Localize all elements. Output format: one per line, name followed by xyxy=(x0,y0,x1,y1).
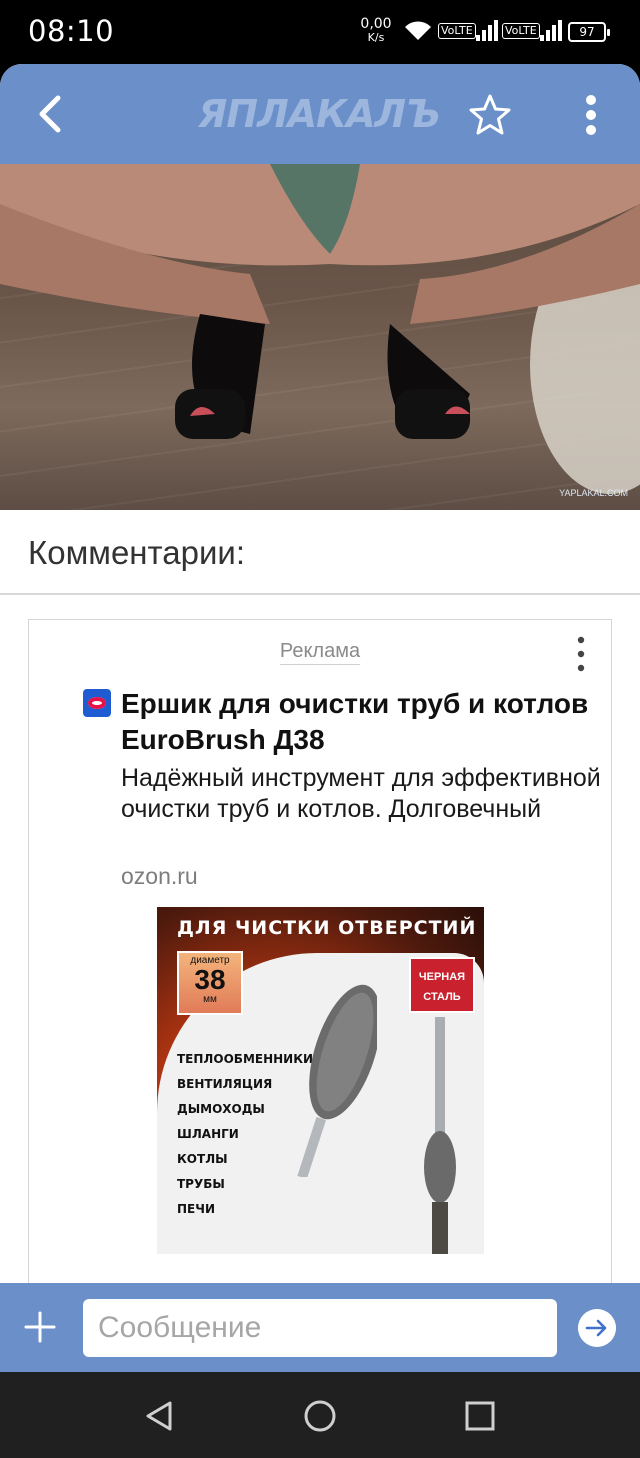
ad-image[interactable]: ДЛЯ ЧИСТКИ ОТВЕРСТИЙ диаметр 38 мм ЧЕРНА… xyxy=(157,907,484,1254)
volte-badge: VoLTE xyxy=(438,23,476,39)
ad-label-text: Реклама xyxy=(279,640,361,665)
brush-image-2 xyxy=(424,1017,456,1254)
site-logo[interactable]: ЯПЛАКАЛЪ xyxy=(198,92,441,136)
ad-image-headline: ДЛЯ ЧИСТКИ ОТВЕРСТИЙ xyxy=(177,917,477,939)
ad-title[interactable]: Ершик для очистки труб и котлов EuroBrus… xyxy=(121,686,591,758)
photo-watermark: YAPLAKAL.COM xyxy=(559,488,628,498)
status-time: 08:10 xyxy=(28,14,115,48)
wifi-icon xyxy=(405,21,431,40)
battery-icon: 97 xyxy=(568,22,610,42)
signal-icon-2 xyxy=(540,20,562,41)
diameter-unit: мм xyxy=(203,994,217,1005)
plus-icon[interactable] xyxy=(22,1309,58,1345)
circle-home-icon[interactable] xyxy=(302,1398,338,1434)
ad-description: Надёжный инструмент для эффективной очис… xyxy=(121,764,601,823)
diameter-value: 38 xyxy=(194,964,226,995)
more-vertical-icon[interactable] xyxy=(576,92,606,138)
steel-line-2: СТАЛЬ xyxy=(423,991,461,1003)
ad-label: Реклама xyxy=(29,640,611,665)
steel-badge: ЧЕРНАЯ СТАЛЬ xyxy=(409,957,475,1013)
system-nav-bar xyxy=(0,1372,640,1458)
message-input[interactable] xyxy=(83,1299,557,1357)
arrow-right-icon[interactable] xyxy=(578,1309,616,1347)
diameter-badge: диаметр 38 мм xyxy=(177,951,243,1015)
network-speed-unit: K/s xyxy=(367,31,385,44)
app-header: ЯПЛАКАЛЪ xyxy=(0,64,640,164)
star-icon[interactable] xyxy=(466,92,514,138)
ozon-favicon-icon xyxy=(83,689,111,717)
status-bar: 08:10 0,00 K/s VoLTE VoLTE 97 xyxy=(0,0,640,64)
volte-badge-2: VoLTE xyxy=(502,23,540,39)
network-speed-value: 0,00 xyxy=(360,16,392,32)
triangle-back-icon[interactable] xyxy=(142,1398,178,1434)
network-speed: 0,00 K/s xyxy=(358,17,394,45)
photo-scene xyxy=(0,164,640,494)
ad-domain[interactable]: ozon.ru xyxy=(121,863,198,890)
brush-image xyxy=(297,984,377,1177)
ad-card[interactable]: Реклама Ершик для очистки труб и котлов … xyxy=(28,619,612,1372)
more-vertical-icon[interactable] xyxy=(571,636,591,672)
square-recents-icon[interactable] xyxy=(462,1398,498,1434)
use-item: ПЕЧИ xyxy=(177,1202,215,1216)
chevron-left-icon[interactable] xyxy=(30,90,74,138)
compose-bar xyxy=(0,1283,640,1372)
divider xyxy=(0,593,640,595)
post-photo[interactable]: YAPLAKAL.COM xyxy=(0,164,640,510)
steel-line-1: ЧЕРНАЯ xyxy=(418,971,466,983)
app-window: ЯПЛАКАЛЪ YAPLAKAL.COM Комментарии: Рекла… xyxy=(0,64,640,1372)
signal-icon xyxy=(476,20,498,41)
comments-heading: Комментарии: xyxy=(28,534,246,571)
